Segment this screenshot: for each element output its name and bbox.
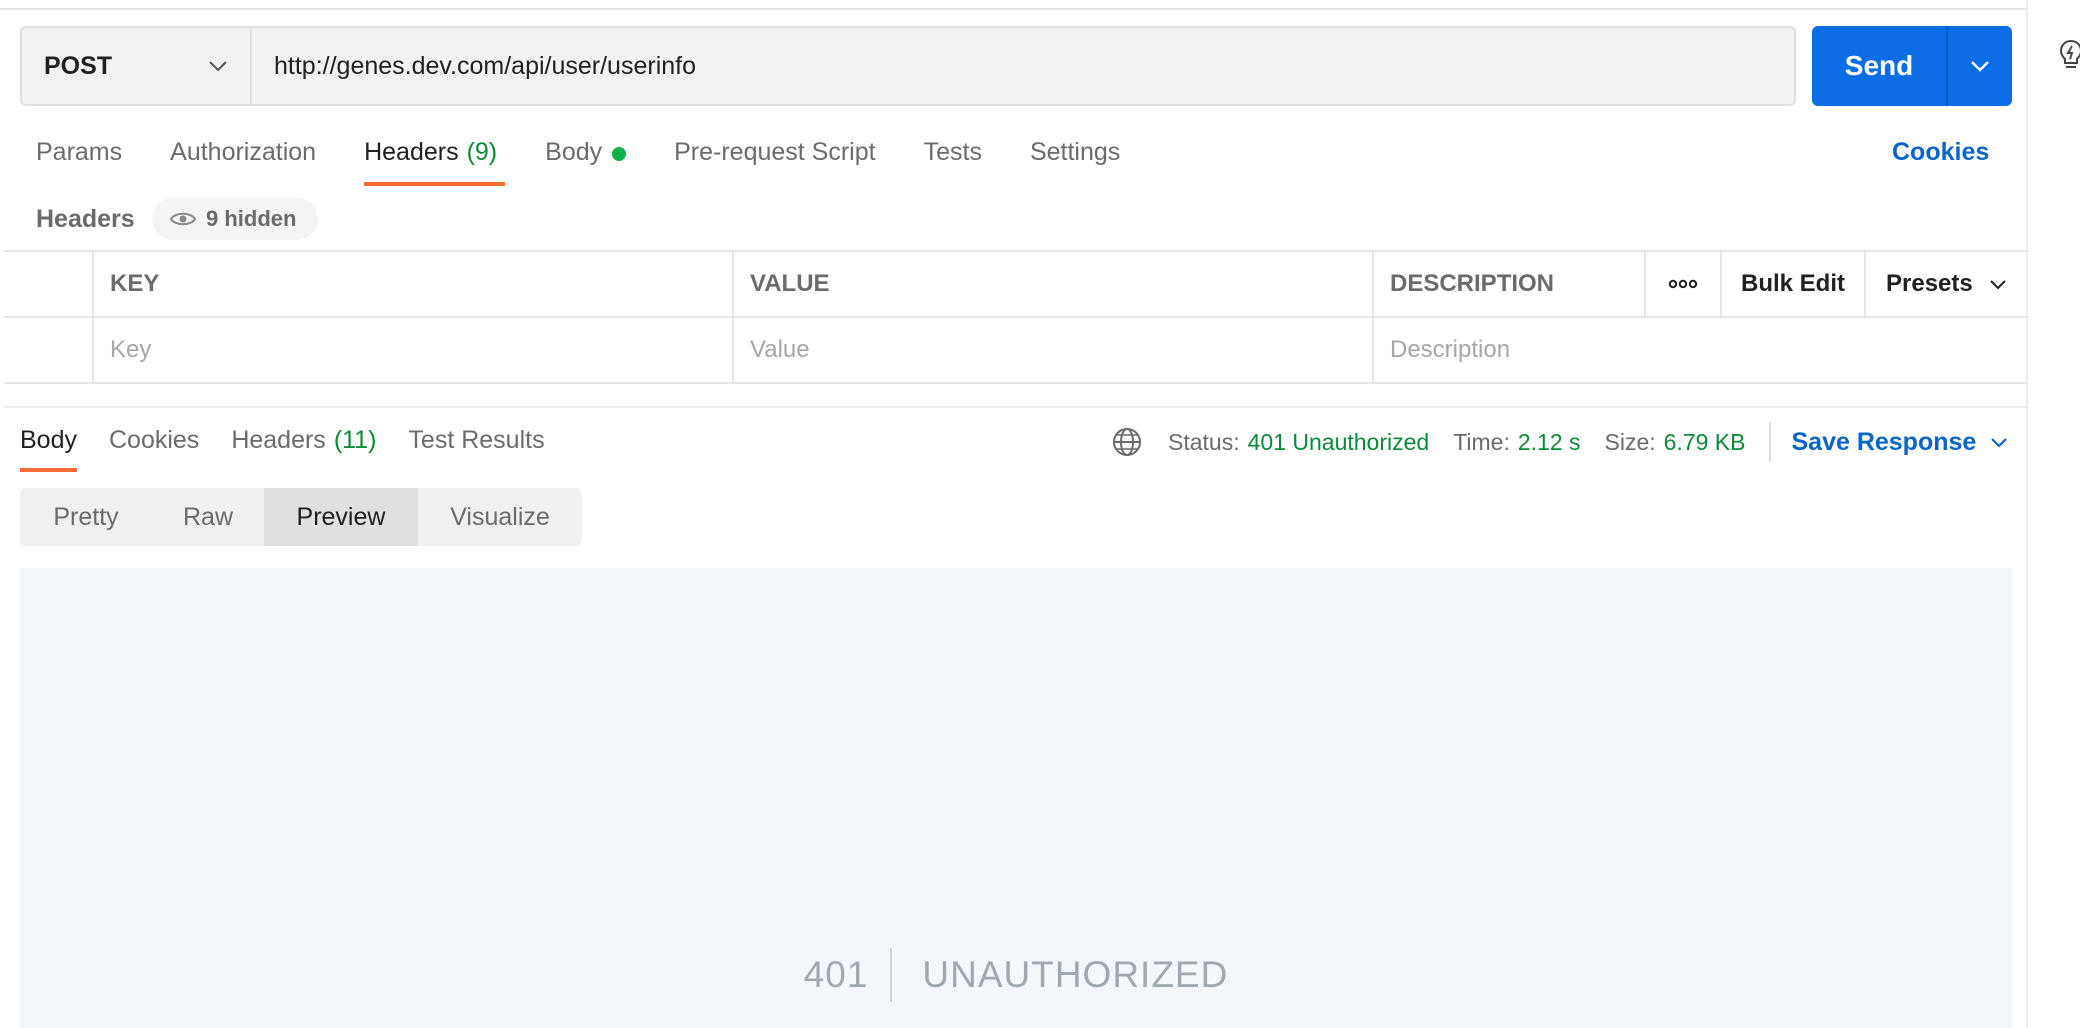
description-input[interactable]: Description (1372, 318, 2026, 382)
tab-test-results[interactable]: Test Results (408, 424, 544, 472)
view-mode-selector: Pretty Raw Preview Visualize (20, 488, 582, 546)
method-label: POST (44, 51, 113, 80)
tab-settings[interactable]: Settings (1030, 130, 1120, 186)
tab-response-body[interactable]: Body (20, 424, 77, 472)
tab-label: Body (545, 138, 603, 166)
column-header-key: KEY (92, 252, 732, 316)
presets-dropdown[interactable]: Presets (1864, 252, 2026, 316)
response-meta: Status: 401 Unauthorized Time: 2.12 s Size… (1112, 422, 2008, 462)
chevron-down-icon (1971, 61, 1989, 72)
view-preview-button[interactable]: Preview (264, 488, 418, 546)
checkbox-column-header (4, 252, 92, 316)
hidden-count-label: 9 hidden (206, 206, 297, 231)
url-input[interactable] (252, 28, 1794, 104)
table-header-row: KEY VALUE DESCRIPTION Bulk Edit Presets (4, 252, 2026, 318)
eye-icon (170, 212, 196, 226)
tab-authorization[interactable]: Authorization (170, 130, 316, 186)
request-url-bar: POST (20, 26, 1796, 106)
chevron-down-icon (1990, 279, 2006, 289)
column-header-value: VALUE (732, 252, 1372, 316)
method-select[interactable]: POST (22, 28, 252, 104)
top-divider (0, 8, 2028, 10)
right-sidebar (2028, 0, 2080, 1028)
tab-params[interactable]: Params (36, 130, 122, 186)
request-tabs: Params Authorization Headers (9) Body Pr… (36, 130, 1168, 186)
view-raw-button[interactable]: Raw (152, 488, 264, 546)
save-response-button[interactable]: Save Response (1791, 428, 2008, 457)
error-message: 401 UNAUTHORIZED (20, 948, 2012, 1002)
tab-label: Cookies (108, 426, 200, 454)
tab-count: (9) (466, 138, 498, 166)
hidden-headers-toggle[interactable]: 9 hidden (152, 198, 319, 240)
tab-tests[interactable]: Tests (924, 130, 982, 186)
response-tabs: Body Cookies Headers (11) Test Results (20, 424, 577, 472)
send-options-button[interactable] (1948, 26, 2012, 106)
tab-pre-request-script[interactable]: Pre-request Script (674, 130, 875, 186)
tab-body[interactable]: Body (545, 130, 627, 186)
chevron-down-icon (1991, 437, 2008, 448)
tab-label: Params (36, 138, 123, 166)
size-info[interactable]: Size: 6.79 KB (1605, 429, 1746, 456)
response-preview-pane[interactable]: 401 UNAUTHORIZED (20, 568, 2012, 1028)
tab-label: Pre-request Script (674, 138, 876, 166)
key-input[interactable]: Key (92, 318, 732, 382)
headers-section-title: Headers (36, 205, 135, 233)
response-divider[interactable] (4, 406, 2026, 408)
view-pretty-button[interactable]: Pretty (20, 488, 152, 546)
globe-icon[interactable] (1112, 427, 1142, 457)
tab-label: Authorization (170, 138, 317, 166)
meta-divider (1769, 422, 1772, 462)
status-value: 401 Unauthorized (1247, 428, 1430, 455)
size-label: Size: (1604, 428, 1656, 455)
error-text: UNAUTHORIZED (922, 954, 1229, 995)
time-label: Time: (1453, 428, 1510, 455)
value-input[interactable]: Value (732, 318, 1372, 382)
tab-label: Body (20, 426, 77, 454)
tab-label: Settings (1029, 138, 1121, 166)
tab-label: Headers (364, 138, 459, 166)
column-header-description: DESCRIPTION (1372, 252, 1644, 316)
headers-table: KEY VALUE DESCRIPTION Bulk Edit Presets … (4, 250, 2026, 384)
tab-headers[interactable]: Headers (9) (364, 130, 506, 186)
body-indicator-dot (612, 147, 627, 161)
tab-label: Test Results (408, 426, 545, 454)
view-visualize-button[interactable]: Visualize (418, 488, 582, 546)
size-value: 6.79 KB (1663, 428, 1746, 455)
tab-response-headers[interactable]: Headers (11) (231, 424, 376, 472)
tab-label: Tests (923, 138, 982, 166)
status-label: Status: (1168, 428, 1240, 455)
more-horizontal-icon (1668, 279, 1698, 289)
chevron-down-icon (209, 61, 227, 72)
row-checkbox-cell (4, 318, 92, 382)
send-button-group: Send (1812, 26, 2012, 106)
lightbulb-icon[interactable] (2058, 38, 2080, 72)
bulk-edit-button[interactable]: Bulk Edit (1720, 252, 1864, 316)
tab-response-cookies[interactable]: Cookies (109, 424, 199, 472)
tab-count: (11) (333, 426, 377, 454)
save-response-label: Save Response (1791, 427, 1977, 456)
status-info[interactable]: Status: 401 Unauthorized (1168, 429, 1429, 456)
table-row: Key Value Description (4, 318, 2026, 382)
presets-label: Presets (1886, 270, 1973, 297)
tab-label: Headers (231, 426, 326, 454)
time-value: 2.12 s (1517, 428, 1581, 455)
cookies-link[interactable]: Cookies (1892, 138, 1989, 167)
more-options-button[interactable] (1644, 252, 1720, 316)
error-code: 401 (803, 954, 869, 995)
send-button[interactable]: Send (1812, 26, 1946, 106)
time-info[interactable]: Time: 2.12 s (1453, 429, 1580, 456)
